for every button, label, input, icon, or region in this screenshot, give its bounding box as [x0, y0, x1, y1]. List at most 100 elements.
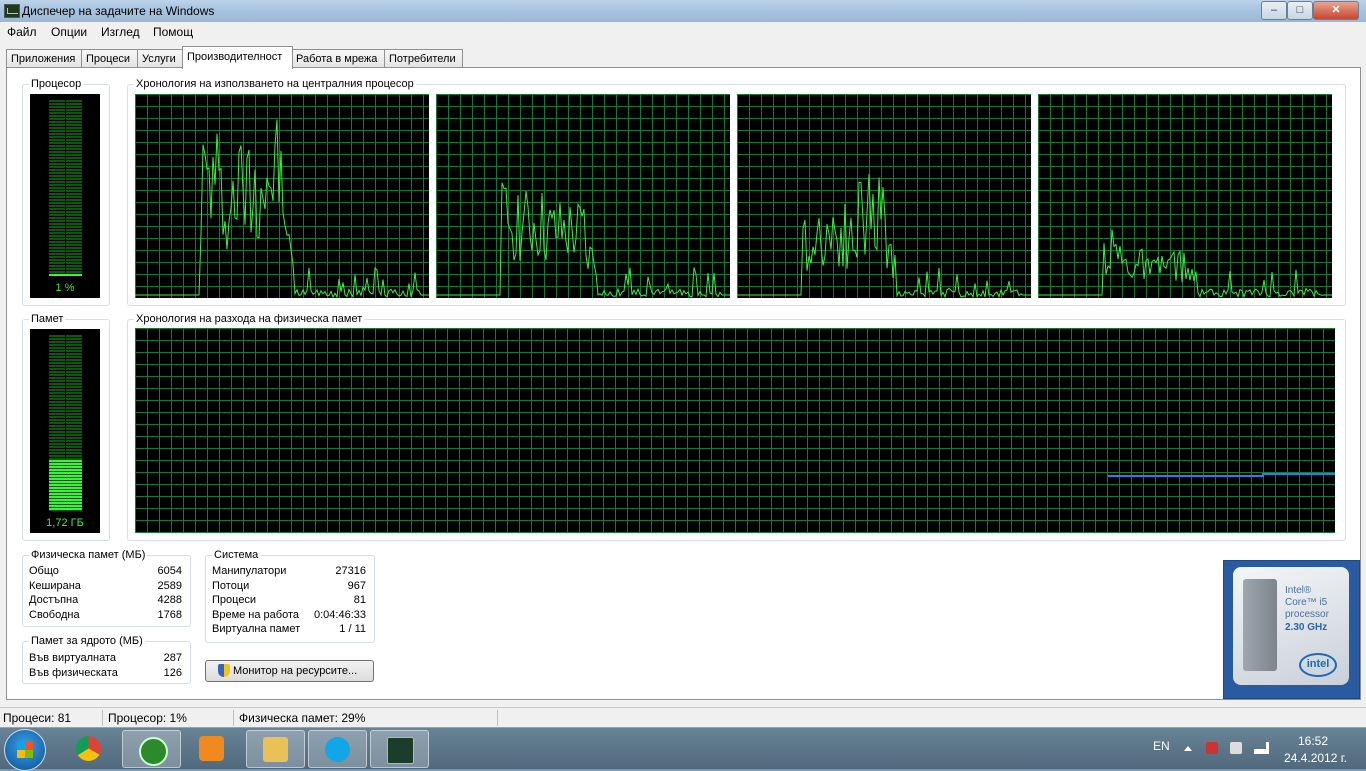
cpu-usage-meter: 1 %: [30, 94, 100, 298]
physical-cached-value: 2589: [157, 580, 182, 592]
kernel-memory-group: Памет за ядрото (МБ) Във виртуалната 287…: [22, 635, 191, 684]
clock-time[interactable]: 16:52: [1298, 734, 1328, 748]
physical-memory-title: Физическа памет (МБ): [29, 549, 148, 561]
kernel-memory-title: Памет за ядрото (МБ): [29, 635, 145, 647]
show-hidden-icons-icon[interactable]: [1184, 746, 1192, 751]
task-manager-icon: [387, 737, 414, 764]
cpu-history-line: [737, 174, 1031, 298]
system-handles-value: 27316: [335, 565, 366, 577]
cpu-core-graph: [737, 94, 1031, 298]
intel-brand: Intel®: [1285, 585, 1312, 596]
memory-usage-meter: 1,72 ГБ: [30, 329, 100, 533]
task-manager-window: Диспечер на задачите на Windows – □ ✕ Фа…: [0, 0, 1366, 728]
intel-processor-badge: Intel® Core™ i5 processor 2.30 GHz intel: [1223, 560, 1360, 699]
taskbar-utorrent[interactable]: [122, 730, 181, 768]
system-commit-label: Виртуална памет: [212, 623, 301, 635]
cpu-meter-fill: [49, 274, 82, 276]
menu-view[interactable]: Изглед: [101, 25, 140, 39]
status-memory: Физическа памет: 29%: [239, 711, 366, 725]
status-processes: Процеси: 81: [3, 711, 72, 725]
network-icon[interactable]: [1254, 742, 1269, 754]
status-divider: [102, 710, 103, 726]
physical-total-value: 6054: [157, 565, 182, 577]
system-processes-value: 81: [353, 594, 366, 606]
volume-icon[interactable]: [1230, 742, 1242, 754]
clock-date[interactable]: 24.4.2012 г.: [1284, 751, 1347, 765]
resource-monitor-button[interactable]: Монитор на ресурсите...: [205, 660, 374, 682]
task-manager-app-icon: [4, 4, 20, 18]
cpu-core-graph: [436, 94, 730, 298]
status-bar: Процеси: 81 Процесор: 1% Физическа памет…: [0, 707, 1366, 728]
physical-memory-group: Физическа памет (МБ) Общо 6054 Кеширана …: [22, 549, 191, 627]
cpu-chip-graphic: [1243, 579, 1277, 671]
start-button[interactable]: [4, 729, 46, 771]
status-cpu: Процесор: 1%: [108, 711, 187, 725]
resource-monitor-label: Монитор на ресурсите...: [233, 665, 358, 677]
cpu-history-line: [1038, 229, 1332, 298]
physical-free-value: 1768: [157, 609, 182, 621]
physical-available-value: 4288: [157, 594, 182, 606]
action-center-icon[interactable]: [1206, 742, 1218, 754]
kernel-physical-value: 126: [163, 667, 182, 679]
cpu-meter-bars-left: [49, 100, 65, 276]
tab-users[interactable]: Потребители: [384, 49, 463, 68]
taskbar: EN 16:52 24.4.2012 г.: [0, 727, 1366, 771]
intel-processor: processor: [1285, 609, 1329, 620]
utorrent-icon: [139, 737, 168, 766]
system-processes-label: Процеси: [212, 594, 257, 606]
close-button[interactable]: ✕: [1313, 1, 1359, 20]
taskbar-media-player[interactable]: [183, 730, 240, 766]
memory-history-line: [1108, 473, 1335, 477]
status-divider: [233, 710, 234, 726]
cpu-core-graph: [135, 94, 429, 298]
tab-applications[interactable]: Приложения: [6, 49, 85, 68]
maximize-button[interactable]: □: [1287, 1, 1313, 20]
physical-cached-label: Кеширана: [29, 580, 81, 592]
system-uptime-value: 0:04:46:33: [314, 609, 366, 621]
system-handles-label: Манипулатори: [212, 565, 287, 577]
memory-history-graph: [135, 328, 1335, 533]
menu-bar: Файл Опции Изглед Помощ: [0, 22, 1366, 42]
tab-services[interactable]: Услуги: [137, 49, 187, 68]
system-commit-value: 1 / 11: [339, 623, 366, 635]
system-threads-value: 967: [347, 580, 366, 592]
cpu-usage-label: Процесор: [29, 78, 84, 90]
system-group: Система Манипулатори 27316 Потоци 967 Пр…: [205, 549, 375, 643]
menu-options[interactable]: Опции: [51, 25, 87, 39]
tab-performance[interactable]: Производителност: [182, 46, 293, 69]
menu-help[interactable]: Помощ: [153, 25, 193, 39]
kernel-virtual-label: Във виртуалната: [29, 652, 117, 664]
memory-usage-value: 1,72 ГБ: [46, 517, 84, 529]
intel-frequency: 2.30 GHz: [1285, 622, 1328, 633]
system-title: Система: [212, 549, 261, 561]
taskbar-task-manager[interactable]: [370, 730, 429, 768]
physical-free-label: Свободна: [29, 609, 80, 621]
title-bar[interactable]: Диспечер на задачите на Windows – □ ✕: [0, 0, 1366, 23]
intel-logo: intel: [1299, 653, 1337, 677]
cpu-usage-value: 1 %: [55, 282, 75, 294]
media-player-icon: [199, 736, 224, 761]
status-divider: [497, 710, 498, 726]
physical-total-label: Общо: [29, 565, 59, 577]
kernel-virtual-value: 287: [163, 652, 182, 664]
system-uptime-label: Време на работа: [212, 609, 300, 621]
taskbar-chrome[interactable]: [60, 730, 117, 766]
intel-model: Core™ i5: [1285, 597, 1328, 608]
window-title: Диспечер на задачите на Windows: [22, 4, 215, 18]
chrome-icon: [76, 736, 101, 761]
system-threads-label: Потоци: [212, 580, 250, 592]
tab-networking[interactable]: Работа в мрежа: [291, 49, 386, 68]
intel-badge-panel: Intel® Core™ i5 processor 2.30 GHz intel: [1233, 567, 1349, 685]
menu-file[interactable]: Файл: [7, 25, 37, 39]
memory-meter-fill: [49, 460, 82, 511]
cpu-history-line: [436, 182, 730, 298]
taskbar-skype[interactable]: [308, 730, 367, 768]
tab-processes[interactable]: Процеси: [81, 49, 139, 68]
minimize-button[interactable]: –: [1261, 1, 1287, 20]
cpu-history-label: Хронология на използването на централния…: [134, 78, 416, 90]
uac-shield-icon: [218, 664, 230, 677]
taskbar-explorer[interactable]: [246, 730, 305, 768]
cpu-core-graph: [1038, 94, 1332, 298]
memory-history-label: Хронология на разхода на физическа памет: [134, 313, 365, 325]
language-indicator[interactable]: EN: [1153, 739, 1170, 753]
